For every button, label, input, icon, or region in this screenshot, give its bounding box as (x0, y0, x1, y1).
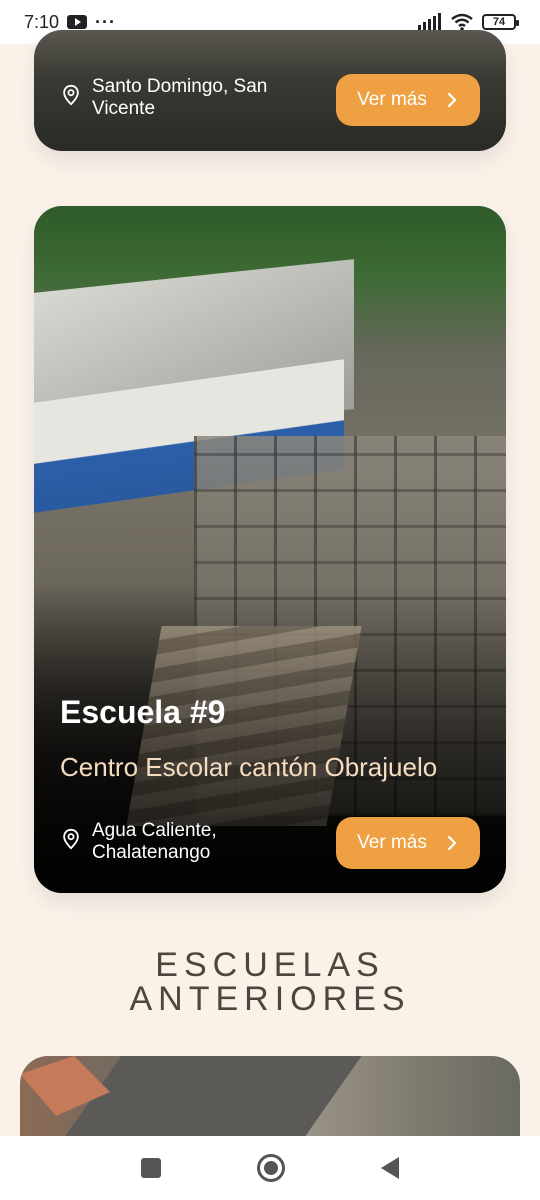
location-line-2: Chalatenango (92, 842, 211, 863)
system-nav-bar (0, 1136, 540, 1200)
ver-mas-label: Ver más (357, 89, 427, 110)
home-icon[interactable] (257, 1154, 285, 1182)
school-card[interactable]: Santo Domingo, San Vicente Ver más (34, 30, 506, 151)
ver-mas-label: Ver más (357, 832, 427, 853)
chevron-right-icon (447, 93, 456, 107)
section-heading-line-1: ESCUELAS (155, 946, 385, 984)
location-pin-icon (63, 84, 79, 106)
card-title: Escuela #9 (60, 694, 226, 730)
previous-school-card[interactable] (20, 1056, 520, 1146)
location-line-2: Vicente (92, 98, 156, 119)
card-subtitle: Centro Escolar cantón Obrajuelo (60, 752, 438, 782)
section-heading: ESCUELAS ANTERIORES (0, 948, 540, 1016)
clock: 7:10 (24, 11, 60, 32)
back-icon[interactable] (381, 1157, 399, 1179)
card-location: Agua Caliente, Chalatenango (60, 820, 217, 864)
school-card[interactable]: Escuela #9 Centro Escolar cantón Obrajue… (34, 206, 506, 893)
location-line-1: Agua Caliente, (92, 820, 217, 841)
section-heading-line-2: ANTERIORES (129, 980, 411, 1018)
signal-icon (418, 13, 441, 31)
location-line-1: Santo Domingo, San (92, 76, 268, 97)
wifi-icon (451, 13, 473, 31)
location-pin-icon (63, 828, 79, 850)
card-location: Santo Domingo, San Vicente (60, 76, 267, 120)
recents-icon[interactable] (141, 1158, 161, 1178)
ver-mas-button[interactable]: Ver más (336, 817, 480, 869)
ver-mas-button[interactable]: Ver más (336, 74, 480, 126)
construction-photo (34, 206, 506, 893)
battery-icon: 74 (482, 14, 519, 30)
chevron-right-icon (447, 836, 456, 850)
youtube-icon (67, 15, 88, 29)
